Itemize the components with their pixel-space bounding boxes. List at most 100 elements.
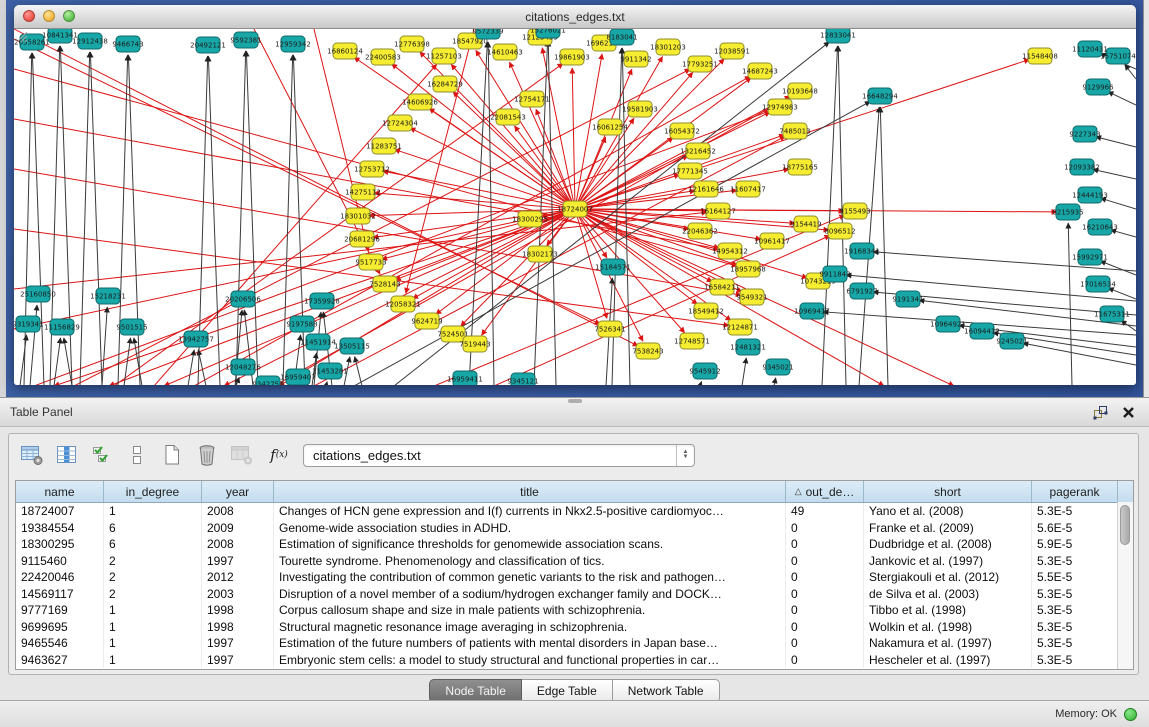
table-cell[interactable]: 0 (786, 635, 864, 652)
graph-node[interactable]: 9345021 (762, 359, 793, 375)
table-cell[interactable]: 0 (786, 553, 864, 570)
float-panel-icon[interactable] (1093, 405, 1108, 420)
graph-node[interactable]: 10964921 (930, 316, 966, 332)
table-cell[interactable]: Tourette syndrome. Phenomenology and cla… (274, 553, 786, 570)
graph-node[interactable]: 12093382 (1064, 159, 1100, 175)
graph-node[interactable]: 9227343 (1069, 126, 1100, 142)
graph-node[interactable]: 9245021 (996, 333, 1027, 349)
table-row[interactable]: 1872400712008Changes of HCN gene express… (16, 503, 1133, 520)
graph-node[interactable]: 16054372 (664, 123, 700, 139)
table-cell[interactable]: 1998 (202, 619, 274, 636)
graph-edge[interactable] (109, 209, 575, 385)
table-cell[interactable]: 5.3E-5 (1032, 635, 1118, 652)
graph-node[interactable]: 7526341 (594, 321, 625, 337)
table-cell[interactable]: 18724007 (16, 503, 104, 520)
graph-node[interactable]: 11283751 (366, 138, 402, 154)
column-header-name[interactable]: name (16, 481, 104, 502)
table-cell[interactable]: 1 (104, 602, 202, 619)
graph-node[interactable]: 11675311 (1094, 306, 1130, 322)
graph-node[interactable]: 12754171 (514, 91, 550, 107)
graph-node[interactable]: 9129966 (1082, 79, 1114, 95)
graph-node[interactable]: 16094412 (964, 323, 1000, 339)
graph-node[interactable]: 9155493 (839, 203, 870, 219)
table-cell[interactable]: 5.6E-5 (1032, 520, 1118, 537)
graph-node[interactable]: 17771345 (672, 163, 708, 179)
table-cell[interactable]: 9699695 (16, 619, 104, 636)
graph-node[interactable]: 11451914 (300, 334, 336, 350)
graph-node[interactable]: 15184571 (595, 259, 631, 275)
panel-divider-handle[interactable] (568, 399, 582, 403)
graph-node[interactable]: 20492121 (190, 37, 226, 53)
graph-edge[interactable] (822, 46, 837, 385)
graph-node[interactable]: 19168341 (844, 243, 880, 259)
graph-node[interactable]: 9154419 (790, 216, 821, 232)
graph-node[interactable]: 19861903 (554, 49, 590, 65)
table-cell[interactable]: Structural magnetic resonance image aver… (274, 619, 786, 636)
graph-node[interactable]: 8096512 (824, 223, 855, 239)
table-cell[interactable]: 2 (104, 553, 202, 570)
graph-edge[interactable] (774, 378, 776, 385)
graph-edge[interactable] (392, 64, 575, 209)
graph-node[interactable]: 8183041 (606, 29, 637, 45)
table-cell[interactable]: 0 (786, 602, 864, 619)
column-checklist-icon[interactable] (89, 443, 115, 467)
graph-edge[interactable] (1108, 288, 1136, 299)
graph-edge[interactable] (246, 51, 258, 385)
table-cell[interactable]: 9465546 (16, 635, 104, 652)
graph-node[interactable]: 12959342 (275, 36, 311, 52)
graph-edge[interactable] (54, 338, 61, 385)
graph-node[interactable]: 7538243 (632, 343, 663, 359)
graph-node[interactable]: 12048276 (225, 359, 261, 375)
graph-node[interactable]: 14687243 (742, 63, 778, 79)
graph-node[interactable]: 18301203 (650, 39, 686, 55)
graph-node[interactable]: 9549321 (736, 289, 767, 305)
table-row[interactable]: 1830029562008Estimation of significance … (16, 536, 1133, 553)
table-cell[interactable]: 0 (786, 536, 864, 553)
table-cell[interactable]: 6 (104, 536, 202, 553)
table-cell[interactable]: 5.3E-5 (1032, 553, 1118, 570)
table-cell[interactable]: 1 (104, 652, 202, 669)
table-source-select[interactable]: citations_edges.txt ▲▼ (303, 444, 695, 467)
table-row[interactable]: 946554611997Estimation of the future num… (16, 635, 1133, 652)
graph-edge[interactable] (1100, 261, 1136, 275)
graph-node[interactable]: 9592381 (230, 32, 261, 48)
graph-node[interactable]: 9319341 (14, 316, 44, 332)
table-cell[interactable]: 2008 (202, 536, 274, 553)
table-cell[interactable]: 1998 (202, 602, 274, 619)
column-select-icon[interactable] (54, 443, 80, 467)
graph-node[interactable]: 12124871 (722, 319, 758, 335)
graph-edge[interactable] (1108, 92, 1136, 105)
network-window-titlebar[interactable]: citations_edges.txt (14, 5, 1136, 29)
table-cell[interactable]: Hescheler et al. (1997) (864, 652, 1032, 669)
table-cell[interactable]: 0 (786, 569, 864, 586)
table-cell[interactable]: Wolkin et al. (1998) (864, 619, 1032, 636)
graph-node[interactable]: 15992971 (1072, 249, 1108, 265)
graph-node[interactable]: 9572339 (472, 29, 503, 39)
graph-node[interactable]: 7519443 (459, 336, 490, 352)
graph-node[interactable]: 9501515 (116, 319, 147, 335)
graph-node[interactable]: 16210643 (1082, 219, 1118, 235)
graph-node[interactable]: 12038591 (714, 43, 750, 59)
table-cell[interactable]: 18300295 (16, 536, 104, 553)
table-row[interactable]: 969969511998Structural magnetic resonanc… (16, 619, 1133, 636)
graph-edge[interactable] (283, 55, 293, 385)
table-cell[interactable]: 14569117 (16, 586, 104, 603)
graph-node[interactable]: 9342751 (252, 376, 283, 385)
table-cell[interactable]: Yano et al. (2008) (864, 503, 1032, 520)
table-cell[interactable]: 1 (104, 503, 202, 520)
graph-edge[interactable] (20, 335, 27, 385)
table-row[interactable]: 911546021997Tourette syndrome. Phenomeno… (16, 553, 1133, 570)
table-cell[interactable]: 1997 (202, 635, 274, 652)
table-options-icon[interactable] (19, 443, 45, 467)
table-cell[interactable]: Genome-wide association studies in ADHD. (274, 520, 786, 537)
graph-node[interactable]: 7485013 (779, 123, 810, 139)
graph-node[interactable]: 12974983 (762, 99, 798, 115)
graph-node[interactable]: 19581903 (622, 101, 658, 117)
table-cell[interactable]: 9115460 (16, 553, 104, 570)
table-cell[interactable]: 5.5E-5 (1032, 569, 1118, 586)
graph-node[interactable]: 13505115 (334, 338, 370, 354)
table-cell[interactable]: Nakamura et al. (1997) (864, 635, 1032, 652)
graph-node[interactable]: 9624719 (411, 313, 442, 329)
network-canvas[interactable]: 1872400716284729146069261272430411283751… (14, 29, 1136, 385)
graph-node[interactable]: 16648294 (862, 88, 898, 104)
